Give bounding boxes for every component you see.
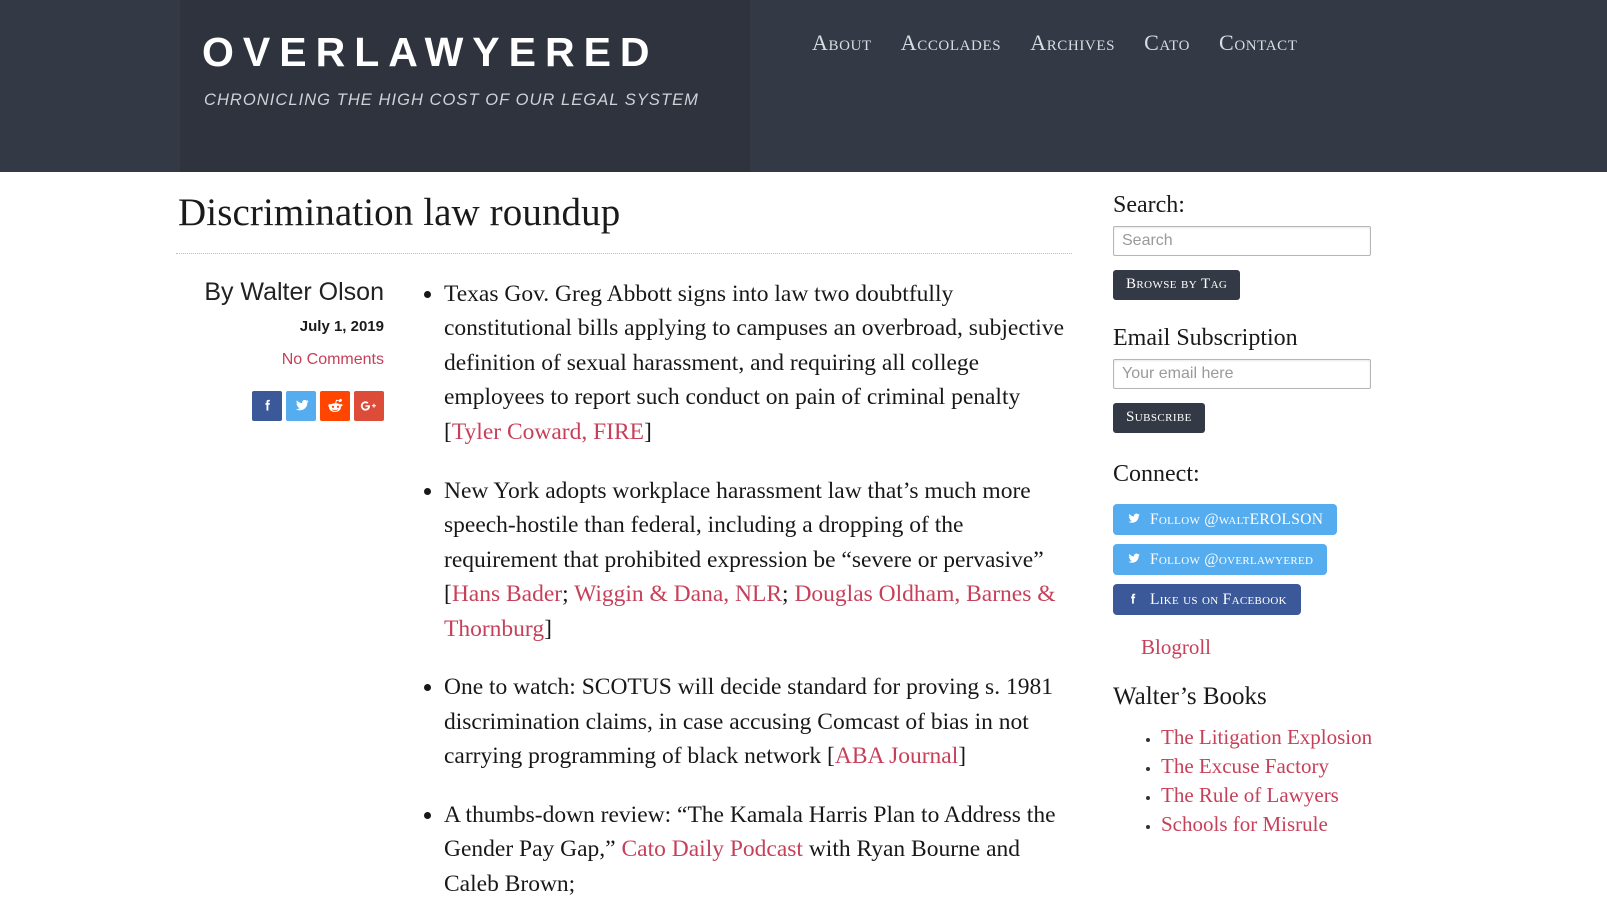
list-item-text: ] (544, 615, 552, 642)
share-facebook-button[interactable] (252, 390, 282, 421)
site-header: OVERLAWYERED CHRONICLING THE HIGH COST O… (0, 0, 1607, 195)
comments-link[interactable]: No Comments (176, 351, 384, 369)
search-heading: Search: (1113, 192, 1185, 218)
search-input[interactable] (1113, 225, 1371, 256)
walters-books-heading: Walter’s Books (1113, 683, 1267, 711)
search-widget: Search: Browse by Tag (1113, 191, 1443, 300)
list-item: The Litigation Explosion (1161, 725, 1443, 750)
site-logo-title[interactable]: OVERLAWYERED (202, 32, 659, 73)
inline-link[interactable]: ABA Journal (835, 743, 958, 769)
follow-overlawyered-label: Follow @overlawyered (1150, 550, 1314, 568)
nav-item-cato[interactable]: Cato (1144, 30, 1190, 56)
article: Discrimination law roundup By Walter Ols… (176, 191, 1072, 901)
like-on-facebook-button[interactable]: Like us on Facebook (1113, 584, 1301, 616)
page-title: Discrimination law roundup (176, 191, 1072, 254)
inline-link[interactable]: Cato Daily Podcast (622, 836, 803, 862)
byline-author: By Walter Olson (204, 277, 384, 306)
list-item-text: ] (644, 418, 652, 445)
email-field[interactable] (1113, 358, 1371, 389)
connect-widget: Connect: Follow @waltEROLSON Follow @ove… (1113, 460, 1443, 625)
email-subscription-widget: Email Subscription Subscribe (1113, 324, 1443, 433)
list-item: One to watch: SCOTUS will decide standar… (444, 670, 1072, 774)
follow-walterolson-label: Follow @waltEROLSON (1150, 510, 1324, 528)
walters-books-list: The Litigation Explosion The Excuse Facto… (1113, 725, 1443, 837)
book-link[interactable]: The Excuse Factory (1161, 754, 1329, 778)
nav-item-archives[interactable]: Archives (1030, 30, 1115, 56)
inline-link[interactable]: Wiggin & Dana, NLR (574, 581, 782, 607)
follow-overlawyered-button[interactable]: Follow @overlawyered (1113, 544, 1328, 576)
list-item-text: ] (958, 743, 967, 770)
reddit-icon (326, 396, 345, 415)
list-item: The Excuse Factory (1161, 754, 1443, 779)
like-on-facebook-label: Like us on Facebook (1150, 590, 1287, 608)
twitter-icon (1125, 551, 1141, 567)
share-twitter-button[interactable] (286, 390, 316, 421)
byline-column: By Walter Olson July 1, 2019 No Comments (176, 277, 412, 902)
list-item-text: ; (782, 581, 795, 608)
inline-link[interactable]: Tyler Coward, FIRE (452, 419, 644, 445)
subscribe-button[interactable]: Subscribe (1113, 402, 1205, 433)
share-reddit-button[interactable] (320, 390, 350, 421)
post-bullet-list: Texas Gov. Greg Abbott signs into law tw… (420, 277, 1072, 902)
twitter-icon (292, 397, 310, 415)
browse-by-tag-button[interactable]: Browse by Tag (1113, 269, 1241, 300)
byline-date: July 1, 2019 (299, 317, 384, 335)
list-item: Schools for Misrule (1161, 812, 1443, 837)
post-body: By Walter Olson July 1, 2019 No Comments (176, 254, 1072, 902)
nav-item-contact[interactable]: Contact (1219, 30, 1298, 56)
follow-walterolson-button[interactable]: Follow @waltEROLSON (1113, 504, 1338, 536)
blogroll-link[interactable]: Blogroll (1141, 635, 1211, 660)
page-content: Discrimination law roundup By Walter Ols… (0, 172, 1607, 897)
connect-heading: Connect: (1113, 460, 1200, 487)
book-link[interactable]: Schools for Misrule (1161, 812, 1328, 836)
nav-item-accolades[interactable]: Accolades (901, 30, 1001, 56)
nav-item-about[interactable]: About (812, 30, 872, 56)
list-item: The Rule of Lawyers (1161, 783, 1443, 808)
sidebar: Search: Browse by Tag Email Subscription… (1113, 191, 1443, 841)
inline-link[interactable]: Hans Bader (452, 581, 562, 607)
share-buttons (176, 390, 384, 421)
list-item: Texas Gov. Greg Abbott signs into law tw… (444, 277, 1072, 450)
google-plus-icon (359, 396, 379, 416)
main-navigation: About Accolades Archives Cato Contact (812, 30, 1298, 56)
email-subscription-heading: Email Subscription (1113, 324, 1298, 351)
logo-panel: OVERLAWYERED CHRONICLING THE HIGH COST O… (180, 0, 750, 172)
facebook-icon (1125, 591, 1141, 607)
twitter-icon (1125, 511, 1141, 527)
book-link[interactable]: The Rule of Lawyers (1161, 783, 1339, 807)
site-logo-tagline: CHRONICLING THE HIGH COST OF OUR LEGAL S… (204, 91, 699, 109)
list-item-text: ; (562, 581, 575, 608)
share-google-plus-button[interactable] (354, 390, 384, 421)
book-link[interactable]: The Litigation Explosion (1161, 725, 1372, 749)
bullets-column: Texas Gov. Greg Abbott signs into law tw… (412, 277, 1072, 902)
list-item: New York adopts workplace harassment law… (444, 474, 1072, 647)
facebook-icon (259, 397, 276, 414)
list-item: A thumbs-down review: “The Kamala Harris… (444, 798, 1072, 902)
